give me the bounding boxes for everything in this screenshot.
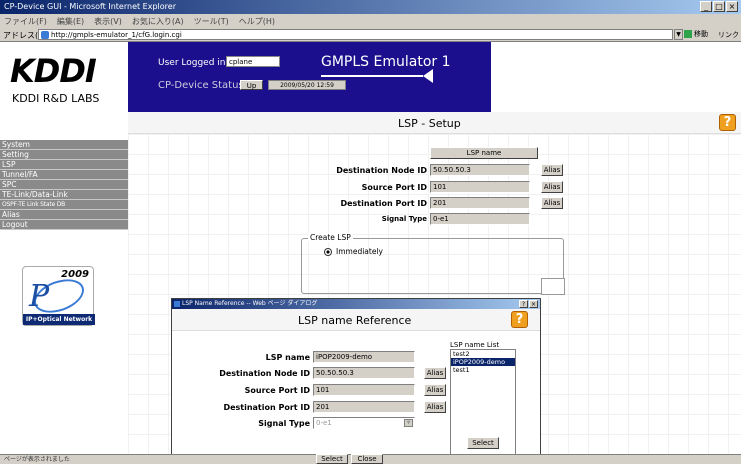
source-port-label: Source Port ID [361,183,427,192]
menu-file[interactable]: ファイル(F) [4,16,47,26]
menu-edit[interactable]: 編集(E) [57,16,84,26]
dialog-close-button[interactable]: × [529,300,538,308]
menu-tools[interactable]: ツール(T) [194,16,229,26]
dialog-heading-band: LSP name Reference ? [172,309,540,331]
destination-node-field[interactable]: 50.50.50.3 [430,164,530,176]
ipop-logo: 2009 P IP+Optical Network [22,266,95,326]
kddi-logo-text: KDDI [10,52,97,90]
list-select-button[interactable]: Select [467,437,499,449]
dialog-title: LSP Name Reference -- Web ページ ダイアログ [182,300,318,307]
sidebar-item-system[interactable]: System [0,140,128,150]
address-bar: アドレス(D) http://gmpls-emulator_1/cfG.logi… [0,27,741,42]
close-window-button[interactable]: × [726,1,738,12]
signal-type-select[interactable]: 0-e1 [430,213,530,225]
device-status-badge: Up [240,80,263,90]
user-value: cplane [226,56,280,67]
sidebar-item-alias[interactable]: Alias [0,210,128,220]
destination-port-field[interactable]: 201 [430,197,530,209]
help-icon[interactable]: ? [719,114,736,131]
chevron-down-icon[interactable]: ▼ [404,419,413,427]
app-title: GMPLS Emulator 1 [321,54,451,70]
user-label: User Logged in: [158,58,229,68]
dialog-lsp-name-label: LSP name [265,353,310,362]
window-title: CP-Device GUI - Microsoft Internet Explo… [4,2,176,11]
ipop-logo-caption: IP+Optical Network [23,314,95,325]
sidebar-item-lsp[interactable]: LSP [0,160,128,170]
menu-favorites[interactable]: お気に入り(A) [132,16,184,26]
dialog-signal-type-value: 0-e1 [316,419,332,427]
page-title: LSP - Setup [398,117,461,130]
sidebar-nav: System Setting LSP Tunnel/FA SPC TE-Link… [0,140,128,230]
sidebar-item-logout[interactable]: Logout [0,220,128,230]
dialog-select-button[interactable]: Select [316,454,348,464]
create-lsp-legend: Create LSP [308,233,353,242]
dialog-destination-port-label: Destination Port ID [223,403,310,412]
sidebar-item-ospf-te[interactable]: OSPF-TE Link State DB [0,200,128,210]
dialog-heading: LSP name Reference [298,314,412,327]
dialog-help-button[interactable]: ? [519,300,528,308]
device-time: 2009/05/20 12:59 [268,80,346,90]
device-status-label: CP-Device Status [158,80,244,91]
dialog-titlebar: LSP Name Reference -- Web ページ ダイアログ ? × [172,299,540,309]
menu-help[interactable]: ヘルプ(H) [239,16,275,26]
status-text: ページが表示されました [4,456,70,463]
window-titlebar: CP-Device GUI - Microsoft Internet Explo… [0,0,741,14]
page-title-band: LSP - Setup ? [128,112,741,134]
create-lsp-side-box [541,278,565,295]
links-button[interactable]: リンク [718,30,739,40]
lsp-name-list-label: LSP name List [450,341,500,349]
kddi-labs-text: KDDI R&D LABS [12,92,100,105]
dialog-destination-node-label: Destination Node ID [219,369,310,378]
sidebar-item-tunnel-fa[interactable]: Tunnel/FA [0,170,128,180]
dialog-source-port-field[interactable]: 101 [313,384,415,396]
minimize-button[interactable]: _ [700,1,712,12]
list-item[interactable]: test2 [451,350,515,358]
sidebar-item-setting[interactable]: Setting [0,150,128,160]
dialog-signal-type-select[interactable]: 0-e1 ▼ [313,417,415,429]
go-button[interactable]: 移動 [684,29,710,40]
dialog-alias-button-source[interactable]: Alias [424,384,446,396]
dialog-lsp-name-field[interactable]: iPOP2009-demo [313,351,415,363]
menu-bar: ファイル(F) 編集(E) 表示(V) お気に入り(A) ツール(T) ヘルプ(… [0,14,741,27]
alias-button-destination-port[interactable]: Alias [541,197,563,209]
maximize-button[interactable]: □ [713,1,725,12]
address-input[interactable]: http://gmpls-emulator_1/cfG.login.cgi [38,29,673,40]
dialog-source-port-label: Source Port ID [244,386,310,395]
dialog-close-button-bottom[interactable]: Close [351,454,383,464]
immediately-radio[interactable]: Immediately [324,247,383,256]
list-item-selected[interactable]: iPOP2009-demo [451,358,515,366]
ipop-p-icon: P [29,279,50,314]
header-banner: User Logged in: cplane CP-Device Status … [128,42,491,112]
page-content: KDDI KDDI R&D LABS User Logged in: cplan… [0,42,741,454]
dialog-help-icon[interactable]: ? [511,311,528,328]
destination-node-label: Destination Node ID [336,166,427,175]
dialog-alias-button-destination[interactable]: Alias [424,367,446,379]
sidebar-item-spc[interactable]: SPC [0,180,128,190]
list-item[interactable]: test1 [451,366,515,374]
address-dropdown-icon[interactable]: ▼ [674,29,683,40]
menu-view[interactable]: 表示(V) [94,16,122,26]
sidebar-item-te-link[interactable]: TE-Link/Data-Link [0,190,128,200]
dialog-signal-type-label: Signal Type [258,419,310,428]
lsp-name-reference-dialog: LSP Name Reference -- Web ページ ダイアログ ? × … [171,298,541,454]
kddi-logo: KDDI KDDI R&D LABS [0,42,128,112]
create-lsp-group: Create LSP Immediately [301,233,564,294]
destination-port-label: Destination Port ID [340,199,427,208]
source-port-field[interactable]: 101 [430,181,530,193]
lsp-name-button[interactable]: LSP name [430,147,538,159]
signal-type-label: Signal Type [381,215,427,223]
dialog-destination-port-field[interactable]: 201 [313,401,415,413]
alias-button-source[interactable]: Alias [541,181,563,193]
banner-arrow-line [321,75,423,77]
banner-arrow-icon [423,69,433,83]
dialog-destination-node-field[interactable]: 50.50.50.3 [313,367,415,379]
dialog-alias-button-destination-port[interactable]: Alias [424,401,446,413]
alias-button-destination[interactable]: Alias [541,164,563,176]
